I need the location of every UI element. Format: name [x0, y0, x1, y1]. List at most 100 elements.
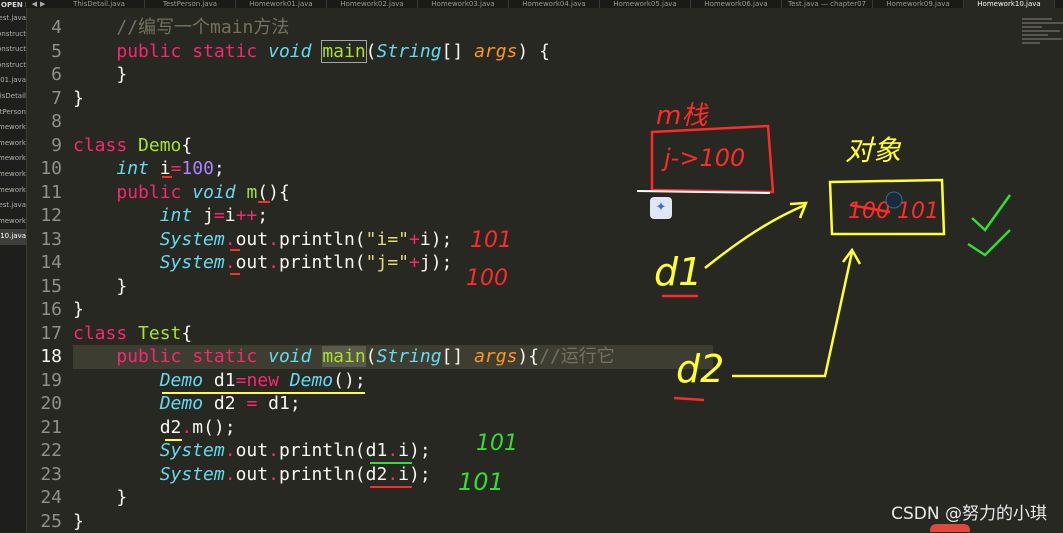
- line-number: 11: [26, 181, 62, 205]
- sidebar-file-item[interactable]: Test.java: [0, 11, 26, 27]
- code-line: System.out.println(d1.i);: [73, 439, 713, 463]
- editor-tab[interactable]: Homework06.java: [691, 0, 782, 8]
- type: int: [160, 205, 193, 226]
- keyword: public: [116, 182, 181, 203]
- class-ref: System: [160, 252, 225, 273]
- code-line-current: public static void main(String[] args){/…: [73, 345, 713, 369]
- line-number: 8: [26, 110, 62, 134]
- open-files-header: OPEN FILES: [0, 0, 26, 11]
- class-name: Test: [138, 323, 181, 344]
- sidebar-file-item[interactable]: Construct: [0, 58, 26, 74]
- editor-tab[interactable]: Homework09.java: [873, 0, 964, 8]
- sidebar-file-item[interactable]: Construct: [0, 27, 26, 43]
- line-number: 4: [26, 16, 62, 40]
- code-line: Demo d1=new Demo();: [73, 369, 713, 393]
- sidebar-file-item[interactable]: Homework: [0, 120, 26, 136]
- type: String: [377, 346, 442, 367]
- code-editor[interactable]: 45678910111213141516171819202122232425 /…: [26, 8, 1063, 532]
- editor-tab[interactable]: Homework01.java: [236, 0, 327, 8]
- line-number: 12: [26, 204, 62, 228]
- keyword: class: [73, 323, 127, 344]
- variable: i: [160, 158, 171, 179]
- code-line: class Test{: [73, 322, 713, 346]
- code-line: int j=i++;: [73, 204, 713, 228]
- sidebar-file-item[interactable]: Homework: [0, 167, 26, 183]
- line-number: 25: [26, 510, 62, 533]
- number: 100: [181, 158, 214, 179]
- ai-assistant-icon[interactable]: ✦: [650, 197, 672, 219]
- line-number: 15: [26, 275, 62, 299]
- keyword: public: [116, 346, 181, 367]
- line-number: 14: [26, 251, 62, 275]
- variable: d2: [214, 393, 236, 414]
- tab-nav-arrows-icon[interactable]: ◀▶: [26, 0, 54, 8]
- method-name: m: [246, 182, 257, 203]
- type: void: [268, 346, 311, 367]
- code-line: }: [73, 298, 713, 322]
- sidebar-file-item[interactable]: Homework: [0, 183, 26, 199]
- code-line: int i=100;: [73, 157, 713, 181]
- editor-tab[interactable]: Test.java — chapter07: [782, 0, 873, 8]
- line-number: 6: [26, 63, 62, 87]
- line-number: 23: [26, 463, 62, 487]
- editor-tab[interactable]: Homework05.java: [600, 0, 691, 8]
- line-number: 24: [26, 486, 62, 510]
- keyword: public: [116, 41, 181, 62]
- line-number: 5: [26, 40, 62, 64]
- sidebar-file-item[interactable]: Homework: [0, 136, 26, 152]
- editor-tab[interactable]: Homework04.java: [509, 0, 600, 8]
- class-ref: System: [160, 229, 225, 250]
- type: void: [268, 41, 311, 62]
- sidebar-file-item[interactable]: ThisDetail: [0, 89, 26, 105]
- keyword: static: [192, 346, 257, 367]
- sidebar-file-item[interactable]: Homework: [0, 214, 26, 230]
- open-files-sidebar: OPEN FILES Test.javaConstructConstructCo…: [0, 0, 27, 532]
- type: Demo: [290, 370, 333, 391]
- sidebar-file-item[interactable]: Homework: [0, 151, 26, 167]
- variable: i: [225, 205, 236, 226]
- variable: d1: [214, 370, 236, 391]
- code-line: }: [73, 486, 713, 510]
- keyword: new: [246, 370, 279, 391]
- editor-tab[interactable]: Homework03.java: [418, 0, 509, 8]
- variable: d2: [160, 417, 182, 438]
- type: int: [116, 158, 149, 179]
- code-line: Demo d2 = d1;: [73, 392, 713, 416]
- line-number: 17: [26, 322, 62, 346]
- class-name: Demo: [138, 135, 181, 156]
- sidebar-file-item[interactable]: This01.java: [0, 73, 26, 89]
- line-number: 18: [26, 345, 62, 369]
- line-number: 21: [26, 416, 62, 440]
- sidebar-file-item[interactable]: Construct: [0, 42, 26, 58]
- parameter: args: [474, 346, 517, 367]
- open-files-list: Test.javaConstructConstructConstructThis…: [0, 11, 26, 245]
- code-area[interactable]: //编写一个main方法 public static void main(Str…: [73, 16, 713, 533]
- variable: i: [398, 464, 409, 485]
- line-number: 19: [26, 369, 62, 393]
- watermark-badge: [930, 524, 970, 532]
- comment: //运行它: [539, 346, 615, 367]
- variable: i: [420, 229, 431, 250]
- sidebar-file-item[interactable]: Test.java: [0, 198, 26, 214]
- editor-tab[interactable]: Homework02.java: [327, 0, 418, 8]
- line-number: 13: [26, 228, 62, 252]
- editor-tab[interactable]: TestPerson.java: [145, 0, 236, 8]
- code-line: public void m(){: [73, 181, 713, 205]
- line-number: 7: [26, 87, 62, 111]
- tab-list: ThisDetail.javaTestPerson.javaHomework01…: [54, 0, 1055, 8]
- class-ref: System: [160, 440, 225, 461]
- line-number: 16: [26, 298, 62, 322]
- code-line: System.out.println(d2.i);: [73, 463, 713, 487]
- keyword: static: [192, 41, 257, 62]
- editor-tab[interactable]: ThisDetail.java: [54, 0, 145, 8]
- code-line: class Demo{: [73, 134, 713, 158]
- sidebar-file-item[interactable]: TestPerson: [0, 105, 26, 121]
- class-ref: System: [160, 464, 225, 485]
- minimap[interactable]: [1022, 18, 1063, 58]
- sidebar-file-item[interactable]: Homework10.java: [0, 229, 26, 245]
- variable: j: [203, 205, 214, 226]
- comment: //编写一个main方法: [116, 17, 289, 38]
- type: void: [192, 182, 235, 203]
- editor-tab[interactable]: Homework10.java: [964, 0, 1055, 8]
- variable: d1: [268, 393, 290, 414]
